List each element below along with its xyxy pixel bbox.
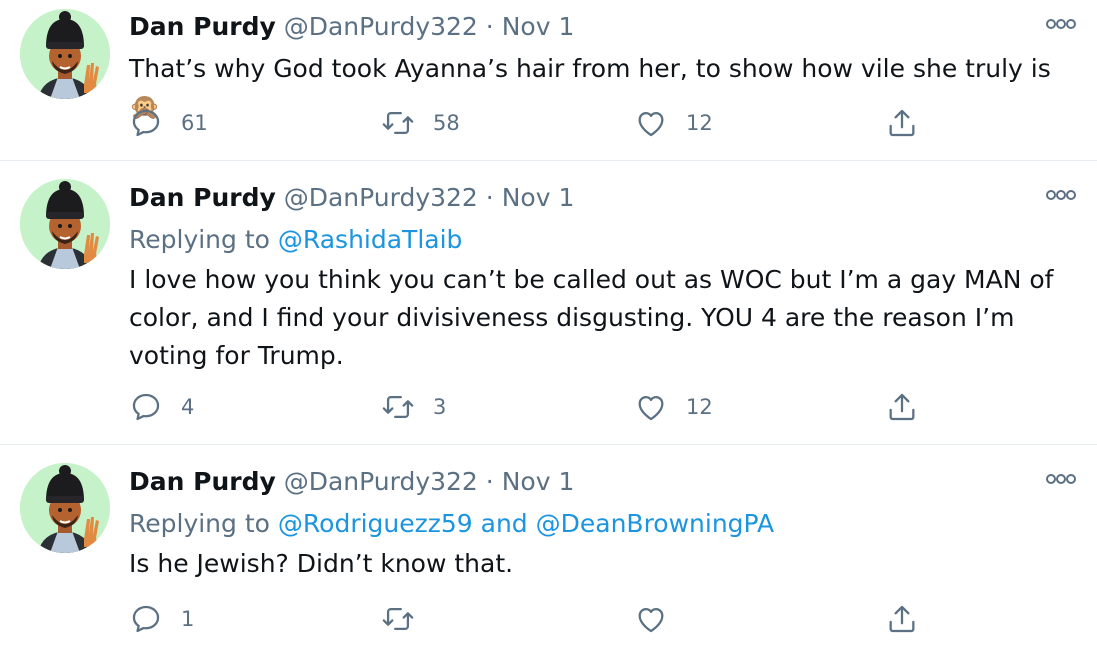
retweet-count: 58: [433, 111, 460, 135]
retweet-icon: [382, 395, 414, 419]
tweet-text: I love how you think you can’t be called…: [129, 265, 1054, 370]
separator: ·: [485, 12, 494, 41]
tweet[interactable]: Dan Purdy @DanPurdy322 · Nov 1 That’s wh…: [0, 0, 1097, 161]
replying-to: Replying to @RashidaTlaib: [129, 223, 462, 257]
retweet-icon: [382, 607, 414, 631]
more-options-icon[interactable]: [1045, 185, 1077, 205]
separator: ·: [485, 183, 494, 212]
retweet-button[interactable]: 3: [381, 387, 446, 427]
tweet-actions: 61 58 12: [129, 103, 929, 143]
tweet-text: Is he Jewish? Didn’t know that.: [129, 549, 514, 578]
tweet-actions: 4 3 12: [129, 387, 929, 427]
retweet-button[interactable]: 58: [381, 103, 460, 143]
retweet-icon: [382, 111, 414, 135]
reply-count: 1: [181, 607, 195, 631]
share-icon: [889, 109, 915, 137]
reply-count: 61: [181, 111, 208, 135]
display-name[interactable]: Dan Purdy: [129, 467, 276, 496]
user-handle[interactable]: @DanPurdy322: [284, 183, 478, 212]
reply-count: 4: [181, 395, 195, 419]
like-icon: [638, 395, 664, 421]
replying-prefix: Replying to: [129, 225, 270, 254]
more-options-icon[interactable]: [1045, 469, 1077, 489]
display-name[interactable]: Dan Purdy: [129, 12, 276, 41]
separator: ·: [485, 467, 494, 496]
memoji-avatar: [20, 9, 110, 99]
reply-icon: [132, 605, 160, 633]
reply-button[interactable]: 4: [129, 387, 194, 427]
avatar[interactable]: [20, 179, 110, 269]
reply-icon: [132, 393, 160, 421]
tweet-actions: 1: [129, 599, 929, 639]
tweet-header: Dan Purdy @DanPurdy322 · Nov 1: [129, 465, 574, 499]
share-button[interactable]: [885, 387, 919, 427]
more-options-icon[interactable]: [1045, 14, 1077, 34]
like-icon: [638, 111, 664, 137]
replying-prefix: Replying to: [129, 509, 270, 538]
user-handle[interactable]: @DanPurdy322: [284, 467, 478, 496]
tweet-date[interactable]: Nov 1: [502, 467, 575, 496]
share-icon: [889, 605, 915, 633]
retweet-button[interactable]: [381, 599, 433, 639]
memoji-avatar: [20, 463, 110, 553]
replying-to: Replying to @Rodriguezz59 and @DeanBrown…: [129, 507, 774, 541]
tweet-date[interactable]: Nov 1: [502, 12, 575, 41]
avatar[interactable]: [20, 9, 110, 99]
mention-link[interactable]: @RashidaTlaib: [278, 225, 463, 254]
memoji-avatar: [20, 179, 110, 269]
share-button[interactable]: [885, 103, 919, 143]
tweet-header: Dan Purdy @DanPurdy322 · Nov 1: [129, 181, 574, 215]
avatar[interactable]: [20, 463, 110, 553]
like-button[interactable]: [634, 599, 686, 639]
like-icon: [638, 607, 664, 633]
share-icon: [889, 393, 915, 421]
like-count: 12: [686, 111, 713, 135]
share-button[interactable]: [885, 599, 919, 639]
user-handle[interactable]: @DanPurdy322: [284, 12, 478, 41]
like-button[interactable]: 12: [634, 387, 713, 427]
tweet-date[interactable]: Nov 1: [502, 183, 575, 212]
reply-button[interactable]: 61: [129, 103, 208, 143]
like-count: 12: [686, 395, 713, 419]
display-name[interactable]: Dan Purdy: [129, 183, 276, 212]
tweet-header: Dan Purdy @DanPurdy322 · Nov 1: [129, 10, 574, 44]
retweet-count: 3: [433, 395, 447, 419]
tweet[interactable]: Dan Purdy @DanPurdy322 · Nov 1 Replying …: [0, 161, 1097, 445]
tweet[interactable]: Dan Purdy @DanPurdy322 · Nov 1 Replying …: [0, 445, 1097, 645]
reply-button[interactable]: 1: [129, 599, 194, 639]
like-button[interactable]: 12: [634, 103, 713, 143]
mention-link[interactable]: @Rodriguezz59 and @DeanBrowningPA: [278, 509, 774, 538]
reply-icon: [132, 109, 160, 137]
